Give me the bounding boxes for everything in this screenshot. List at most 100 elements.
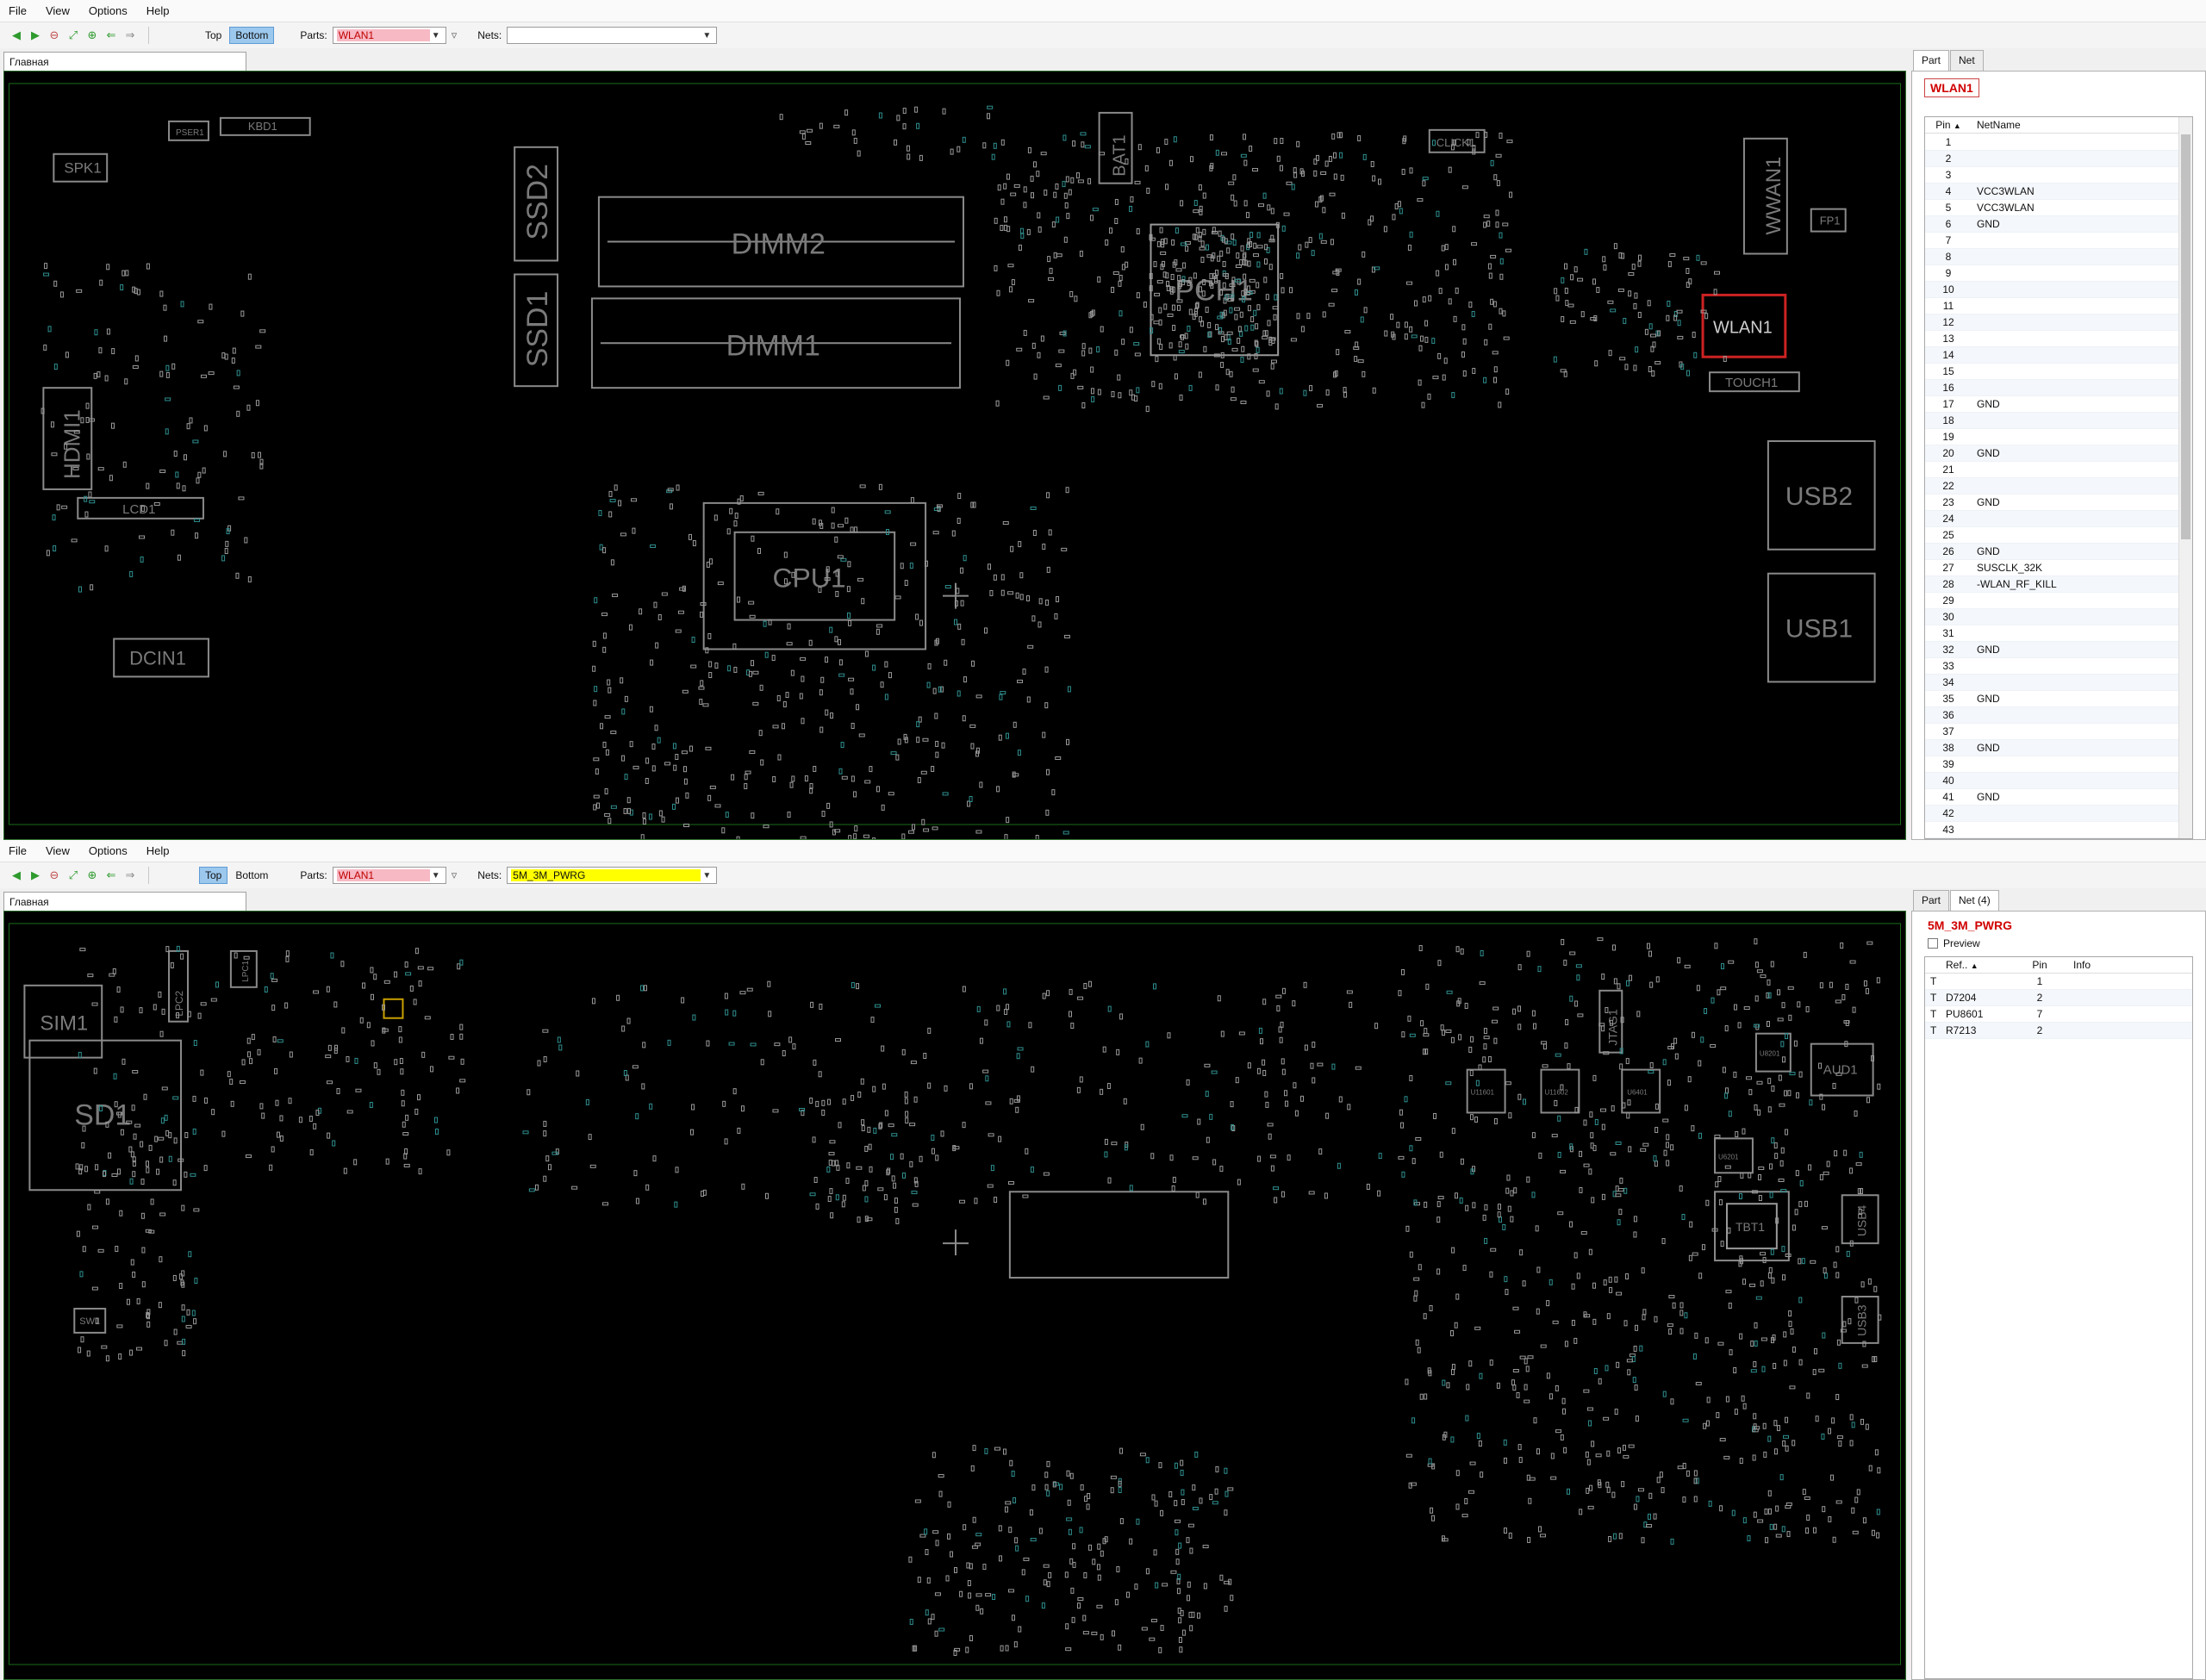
component-pad[interactable] bbox=[890, 751, 897, 756]
component-pad[interactable] bbox=[1134, 1584, 1138, 1590]
component-pad[interactable] bbox=[450, 1033, 454, 1040]
component-pad[interactable] bbox=[750, 1042, 757, 1047]
component-pad[interactable] bbox=[1681, 1214, 1686, 1220]
component-pad[interactable] bbox=[624, 774, 628, 781]
table-row[interactable]: 40 bbox=[1925, 773, 2178, 789]
component-pad[interactable] bbox=[1111, 1630, 1115, 1637]
component-pad[interactable] bbox=[158, 1136, 165, 1141]
component-pad[interactable] bbox=[1531, 1010, 1536, 1017]
component-pad[interactable] bbox=[1561, 315, 1565, 322]
component-pad[interactable] bbox=[932, 826, 938, 831]
component-pad[interactable] bbox=[1153, 261, 1157, 268]
component-pad[interactable] bbox=[1760, 1337, 1767, 1341]
component-pad[interactable] bbox=[1044, 190, 1048, 196]
component-pad[interactable] bbox=[1525, 1366, 1530, 1372]
component-pad[interactable] bbox=[315, 1110, 320, 1117]
component-pad[interactable] bbox=[1705, 1420, 1710, 1427]
component-pad[interactable] bbox=[1086, 1503, 1090, 1510]
component-pad[interactable] bbox=[1062, 181, 1066, 188]
component-pad[interactable] bbox=[1446, 990, 1453, 994]
component-pad[interactable] bbox=[809, 1098, 813, 1104]
component-pad[interactable] bbox=[170, 961, 174, 968]
component-pad[interactable] bbox=[197, 320, 204, 324]
component-pad[interactable] bbox=[1596, 287, 1600, 294]
component-pad[interactable] bbox=[75, 1163, 79, 1170]
component-pad[interactable] bbox=[717, 582, 724, 586]
component-pad[interactable] bbox=[401, 1100, 405, 1107]
component-pad[interactable] bbox=[1642, 1142, 1649, 1147]
component-pad[interactable] bbox=[246, 404, 251, 411]
component-pad[interactable] bbox=[593, 804, 597, 811]
component-pad[interactable] bbox=[1377, 1190, 1381, 1197]
component-pad[interactable] bbox=[851, 775, 855, 782]
component-pad[interactable] bbox=[683, 824, 689, 828]
table-row[interactable]: 38 GND bbox=[1925, 740, 2178, 756]
component-pad[interactable] bbox=[1610, 1152, 1617, 1156]
component-pad[interactable] bbox=[1407, 1015, 1411, 1022]
table-row[interactable]: 36 bbox=[1925, 707, 2178, 724]
component-pad[interactable] bbox=[94, 1190, 101, 1194]
component-pad[interactable] bbox=[1634, 292, 1638, 299]
component-pad[interactable] bbox=[1854, 1496, 1859, 1503]
component-pad[interactable] bbox=[146, 482, 150, 489]
component-pad[interactable] bbox=[1622, 1444, 1626, 1451]
component-pad[interactable] bbox=[1026, 595, 1031, 602]
component-pad[interactable] bbox=[1156, 338, 1161, 345]
component-pad[interactable] bbox=[828, 1152, 835, 1156]
component-pad[interactable] bbox=[1178, 341, 1182, 348]
component-pad[interactable] bbox=[1836, 1339, 1841, 1346]
component-pad[interactable] bbox=[1438, 288, 1443, 295]
component-pad[interactable] bbox=[78, 1051, 82, 1058]
component-pad[interactable] bbox=[1493, 366, 1498, 373]
component-pad[interactable] bbox=[1159, 227, 1163, 233]
component-pad[interactable] bbox=[1616, 1361, 1620, 1368]
component-pad[interactable] bbox=[1538, 1152, 1542, 1159]
component-pad[interactable] bbox=[1226, 331, 1233, 335]
component-pad[interactable] bbox=[1835, 1394, 1840, 1401]
component-pad[interactable] bbox=[1451, 1247, 1455, 1254]
component-pad[interactable] bbox=[165, 1129, 170, 1136]
component-pad[interactable] bbox=[1234, 314, 1238, 320]
component-pad[interactable] bbox=[1454, 1192, 1458, 1199]
component-pad[interactable] bbox=[1258, 1027, 1262, 1034]
component-pad[interactable] bbox=[1606, 1450, 1611, 1457]
component-pad[interactable] bbox=[1461, 324, 1466, 331]
component-pad[interactable] bbox=[399, 1058, 403, 1065]
component-pad[interactable] bbox=[1143, 302, 1147, 308]
component-pad[interactable] bbox=[1194, 1451, 1199, 1458]
component-pad[interactable] bbox=[853, 791, 857, 798]
component-pad[interactable] bbox=[1242, 253, 1246, 260]
component-pad[interactable] bbox=[1423, 1313, 1427, 1320]
component-pad[interactable] bbox=[785, 692, 789, 699]
component-pad[interactable] bbox=[1019, 594, 1024, 600]
component-pad[interactable] bbox=[545, 1155, 550, 1162]
component-pad[interactable] bbox=[1257, 1155, 1262, 1162]
component-pad[interactable] bbox=[1679, 1185, 1683, 1192]
component-pad[interactable] bbox=[114, 1016, 118, 1023]
component-pad[interactable] bbox=[960, 600, 964, 607]
component-pad[interactable] bbox=[645, 757, 650, 764]
component-pad[interactable] bbox=[1399, 208, 1403, 215]
component-pad[interactable] bbox=[1677, 320, 1681, 327]
component-pad[interactable] bbox=[1045, 768, 1050, 775]
component-pad[interactable] bbox=[1181, 1489, 1185, 1496]
component-pad[interactable] bbox=[1753, 1361, 1757, 1368]
component-pad[interactable] bbox=[1519, 1355, 1526, 1360]
component-pad[interactable] bbox=[289, 1051, 293, 1058]
component-pad[interactable] bbox=[1100, 1633, 1104, 1640]
component-pad[interactable] bbox=[1567, 1488, 1570, 1495]
table-row[interactable]: 12 bbox=[1925, 314, 2178, 331]
component-pad[interactable] bbox=[1422, 180, 1426, 187]
dropdown-arrow-icon[interactable]: ▼ bbox=[430, 31, 442, 40]
component-pad[interactable] bbox=[1698, 1272, 1703, 1279]
component-pad[interactable] bbox=[878, 1123, 882, 1129]
component-pad[interactable] bbox=[1564, 263, 1568, 270]
component-pad[interactable] bbox=[1179, 1646, 1183, 1653]
nets-combo[interactable]: ▼ bbox=[507, 27, 718, 44]
component-pad[interactable] bbox=[1861, 1364, 1868, 1368]
component-pad[interactable] bbox=[790, 669, 795, 676]
component-pad[interactable] bbox=[1009, 1459, 1013, 1466]
component-pad[interactable] bbox=[1692, 332, 1696, 339]
component-pad[interactable] bbox=[988, 1133, 994, 1137]
component-pad[interactable] bbox=[957, 493, 962, 500]
